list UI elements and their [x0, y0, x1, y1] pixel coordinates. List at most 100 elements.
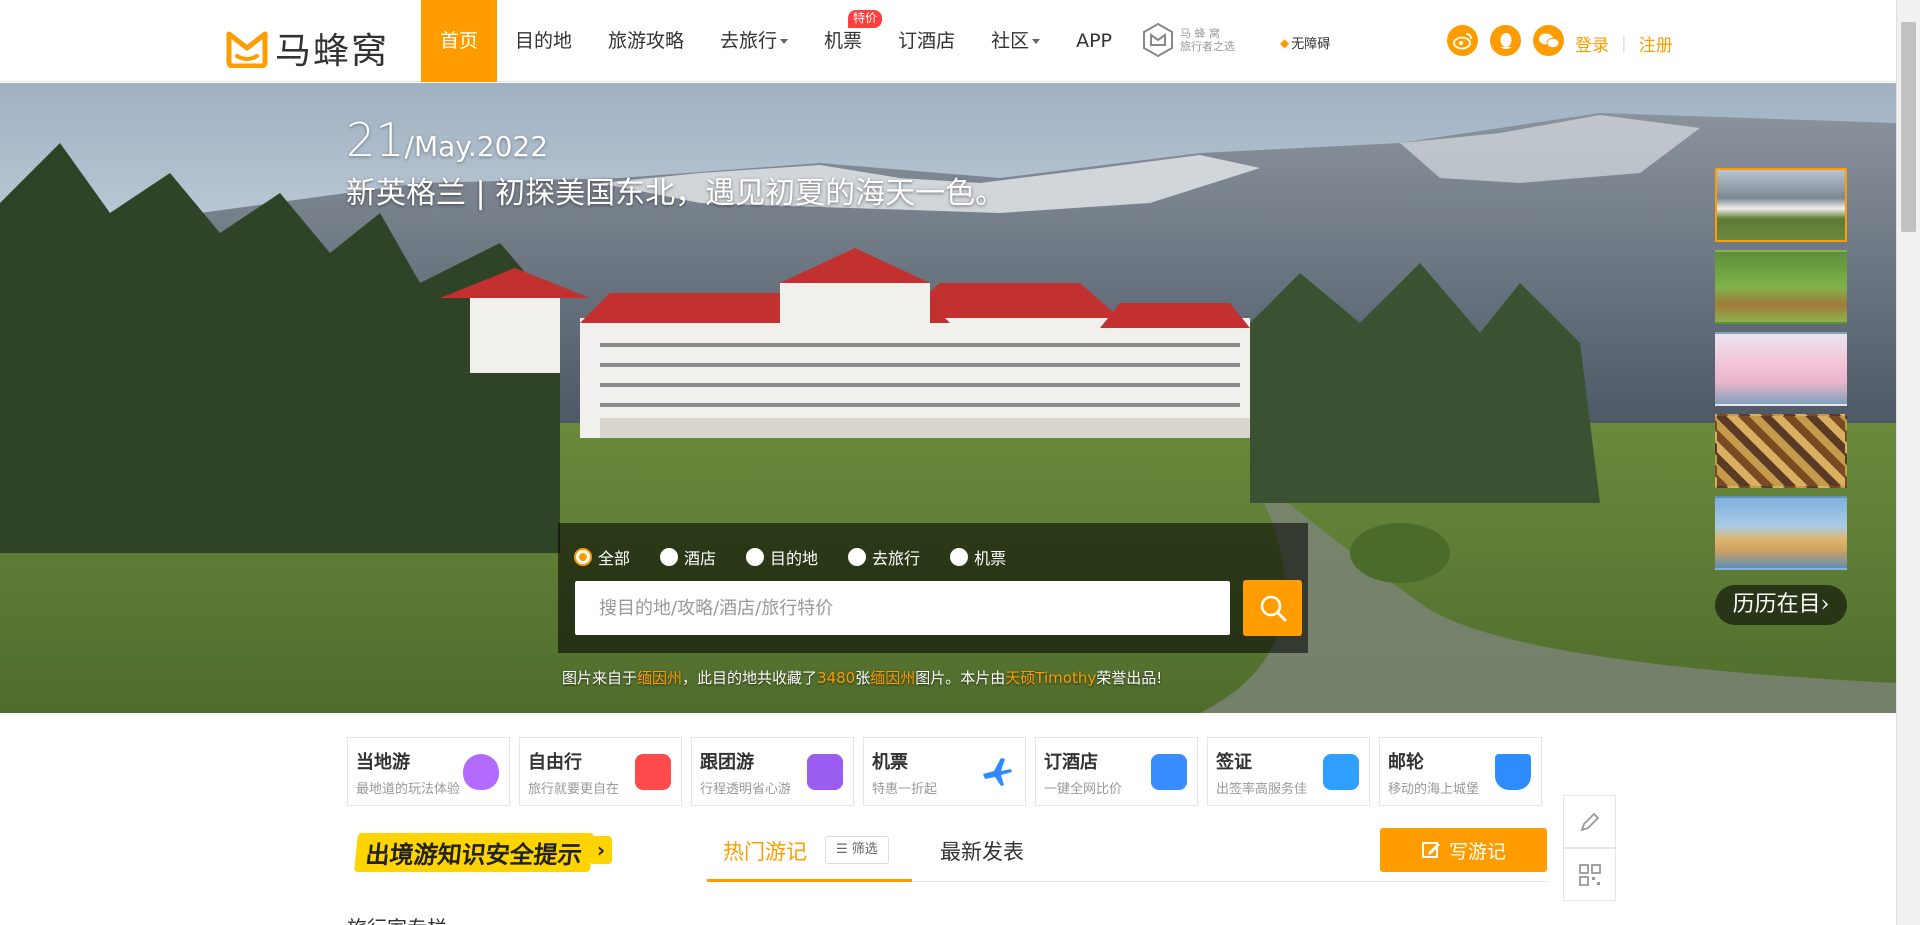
hero-month-year: /May.2022 [404, 130, 549, 163]
weibo-icon[interactable] [1447, 25, 1478, 56]
credit-author-link[interactable]: 天硕Timothy [1005, 669, 1096, 687]
side-toolbar [1563, 795, 1616, 901]
logo-mark-icon [226, 31, 268, 68]
qr-code-icon[interactable] [1563, 848, 1616, 901]
photo-credit: 图片来自于缅因州，此目的地共收藏了3480张缅因州图片。本片由天硕Timothy… [562, 667, 1162, 688]
tab-hot-travelogues[interactable]: 热门游记 [723, 836, 807, 866]
radio-travel-label: 去旅行 [872, 549, 921, 568]
edit-icon [1421, 842, 1440, 858]
safety-notice-banner[interactable]: 出境游知识安全提示 [353, 833, 595, 872]
nav-guides[interactable]: 旅游攻略 [590, 0, 702, 82]
qq-icon[interactable] [1490, 25, 1521, 56]
radio-travel[interactable]: 去旅行 [848, 545, 920, 569]
nav-home-label: 首页 [439, 30, 478, 52]
pencil-icon[interactable] [1563, 795, 1616, 848]
radio-dot [746, 548, 765, 566]
traveler-choice-seal: 马 蜂 窝 旅行者之选 [1140, 22, 1235, 58]
accessibility-link[interactable]: ◆ 无障碍 [1280, 33, 1330, 53]
thumbnail-food[interactable] [1715, 414, 1847, 488]
thumbnail-coast[interactable] [1715, 496, 1847, 570]
service-free-travel[interactable]: 自由行 旅行就要更自在 [519, 737, 682, 806]
social-login [1447, 25, 1564, 56]
nav-app-label: APP [1076, 30, 1113, 52]
nav-community-label: 社区 [991, 30, 1030, 52]
radio-flights-label: 机票 [974, 549, 1007, 568]
logo[interactable]: 马蜂窝 [225, 22, 389, 74]
page-scrollbar[interactable] [1896, 0, 1920, 925]
radio-dot [574, 548, 592, 566]
radio-hotel[interactable]: 酒店 [660, 545, 716, 569]
thumbnail-cherry-blossom[interactable] [1715, 332, 1847, 406]
nav-hotel[interactable]: 订酒店 [880, 0, 973, 82]
shield-icon: ◆ [1280, 35, 1290, 50]
flag-icon [807, 754, 843, 790]
active-tab-underline [707, 879, 912, 882]
tab-latest[interactable]: 最新发表 [940, 836, 1024, 866]
credit-place-link-2[interactable]: 缅因州 [870, 669, 915, 687]
credit-text: 图片。本片由 [915, 669, 1006, 687]
credit-text: ，此目的地共收藏了 [682, 669, 818, 687]
register-link[interactable]: 注册 [1639, 31, 1673, 56]
nav-destination[interactable]: 目的地 [497, 0, 590, 82]
special-offer-badge: 特价 [848, 10, 883, 28]
search-panel: 全部 酒店 目的地 去旅行 机票 [558, 523, 1308, 653]
chevron-down-icon [1032, 39, 1041, 44]
seal-line-2: 旅行者之选 [1180, 40, 1235, 53]
credit-text: 张 [855, 669, 871, 687]
chevron-right-icon[interactable]: › [590, 836, 612, 864]
radio-all-label: 全部 [598, 549, 631, 568]
hero-thumbnails [1715, 168, 1847, 578]
radio-hotel-label: 酒店 [684, 549, 717, 568]
wechat-icon[interactable] [1533, 25, 1564, 56]
service-cruise[interactable]: 邮轮 移动的海上城堡 [1379, 737, 1542, 806]
nav-app[interactable]: APP [1058, 0, 1130, 82]
search-input[interactable] [575, 581, 1230, 635]
search-icon [1260, 595, 1286, 622]
hexagon-seal-icon [1143, 22, 1173, 58]
service-visa[interactable]: 签证 出签率高服务佳 [1207, 737, 1370, 806]
chevron-down-icon [780, 39, 789, 44]
nav-community[interactable]: 社区 [973, 0, 1058, 82]
balloon-icon [463, 754, 499, 790]
credit-text: 荣誉出品! [1096, 669, 1163, 687]
thumbnail-hotel[interactable] [1715, 168, 1847, 242]
search-type-options: 全部 酒店 目的地 去旅行 机票 [574, 545, 1006, 569]
radio-flights[interactable]: 机票 [950, 545, 1006, 569]
filter-button[interactable]: ☰ 筛选 [825, 836, 889, 864]
nav-flights[interactable]: 机票 特价 [806, 0, 883, 82]
search-button[interactable] [1243, 580, 1302, 636]
main-nav: 首页 目的地 旅游攻略 去旅行 机票 特价 订酒店 社区 APP [421, 0, 1130, 82]
thumbnail-jungle[interactable] [1715, 250, 1847, 324]
logo-text: 马蜂窝 [275, 31, 390, 72]
radio-dot [848, 548, 867, 566]
nav-travel[interactable]: 去旅行 [702, 0, 806, 82]
hero-title[interactable]: 新英格兰 | 初探美国东北，遇见初夏的海天一色。 [346, 168, 1005, 212]
service-hotel[interactable]: 订酒店 一键全网比价 [1035, 737, 1198, 806]
radio-dot [950, 548, 969, 566]
credit-place-link[interactable]: 缅因州 [637, 669, 682, 687]
hero-banner: 21/May.2022 新英格兰 | 初探美国东北，遇见初夏的海天一色。 历历在… [0, 83, 1896, 713]
plane-icon [983, 758, 1012, 786]
section-peek-heading: 旅行家专栏 [347, 912, 447, 925]
list-icon: ☰ [836, 842, 848, 857]
history-button[interactable]: 历历在目› [1715, 585, 1847, 625]
radio-all[interactable]: 全部 [574, 545, 630, 569]
service-flights[interactable]: 机票 特惠一折起 [863, 737, 1026, 806]
ship-icon [1495, 754, 1531, 790]
service-group-tour[interactable]: 跟团游 行程透明省心游 [691, 737, 854, 806]
radio-destination[interactable]: 目的地 [746, 545, 818, 569]
nav-destination-label: 目的地 [515, 30, 573, 52]
divider: | [1621, 33, 1627, 54]
login-link[interactable]: 登录 [1575, 31, 1609, 56]
service-cards: 当地游 最地道的玩法体验 自由行 旅行就要更自在 跟团游 行程透明省心游 机票 … [347, 737, 1542, 806]
scroll-thumb[interactable] [1901, 22, 1916, 232]
nav-hotel-label: 订酒店 [898, 30, 956, 52]
service-local-tour[interactable]: 当地游 最地道的玩法体验 [347, 737, 510, 806]
write-travelogue-button[interactable]: 写游记 [1380, 828, 1547, 872]
radio-destination-label: 目的地 [770, 549, 819, 568]
passport-icon [1323, 754, 1359, 790]
nav-home[interactable]: 首页 [421, 0, 497, 82]
hero-date: 21/May.2022 [346, 113, 548, 167]
building-icon [1151, 754, 1187, 790]
gift-icon [635, 754, 671, 790]
